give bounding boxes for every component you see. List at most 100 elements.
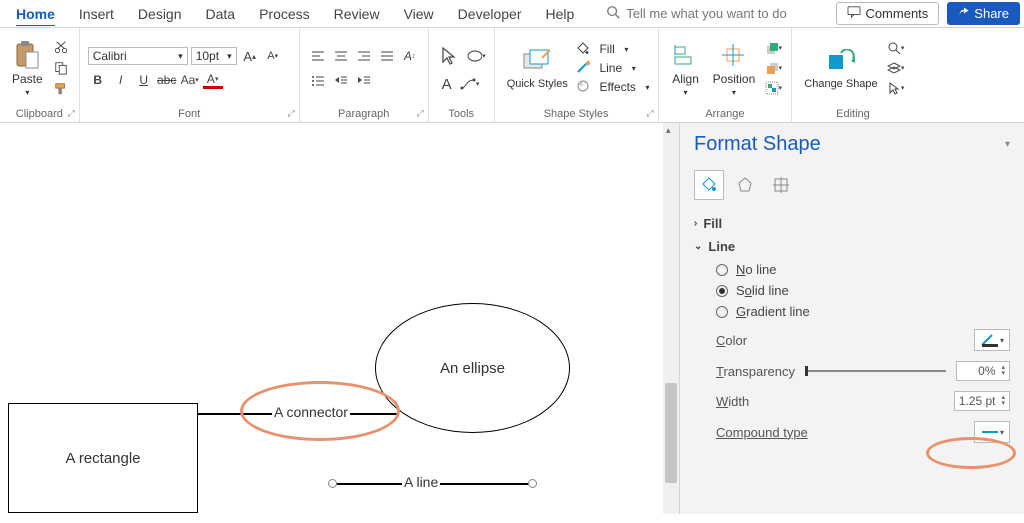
- width-spinner[interactable]: 1.25 pt▴▾: [954, 391, 1010, 411]
- position-icon: [719, 40, 749, 70]
- tab-review[interactable]: Review: [322, 2, 392, 26]
- shrink-font-button[interactable]: A▾: [263, 47, 283, 65]
- clipboard-launcher[interactable]: ⤢: [67, 108, 74, 119]
- cut-button[interactable]: [51, 38, 71, 56]
- pane-tab-fill-line[interactable]: [694, 170, 724, 200]
- highlight-ring-width: [926, 437, 1016, 469]
- strike-button[interactable]: abc: [157, 71, 177, 89]
- align-button[interactable]: Align ▾: [667, 38, 705, 99]
- effects-button[interactable]: Effects ▾: [576, 79, 650, 96]
- scrollbar-thumb[interactable]: [665, 383, 677, 483]
- tab-data[interactable]: Data: [194, 2, 248, 26]
- line-section-label: Line: [708, 239, 735, 254]
- radio-gradient-line[interactable]: Gradient line: [716, 304, 1010, 319]
- line-text: A line: [402, 474, 440, 490]
- font-launcher[interactable]: ⤢: [287, 108, 294, 119]
- underline-button[interactable]: U: [134, 71, 154, 89]
- pane-menu-icon[interactable]: ▾: [1005, 139, 1010, 150]
- pointer-tool-button[interactable]: [437, 43, 463, 69]
- transparency-spinner[interactable]: 0%▴▾: [956, 361, 1010, 381]
- quick-styles-button[interactable]: Quick Styles: [503, 44, 572, 92]
- group-clipboard: Paste ▾ Clipboard⤢: [0, 28, 80, 122]
- pane-title-text: Format Shape: [694, 133, 821, 156]
- tab-bar: Home Insert Design Data Process Review V…: [0, 0, 1024, 28]
- align-left-button[interactable]: [308, 47, 328, 65]
- font-size-select[interactable]: 10pt▾: [191, 47, 237, 65]
- vertical-scrollbar[interactable]: ▴: [663, 123, 679, 514]
- decrease-indent-button[interactable]: [331, 71, 351, 89]
- group-paragraph: A↕ Paragraph⤢: [300, 28, 429, 122]
- tab-insert[interactable]: Insert: [67, 2, 126, 26]
- group-editing: Change Shape ▾ ▾ ▾ Editing: [792, 28, 913, 122]
- line-endpoint-right[interactable]: [528, 479, 537, 488]
- copy-button[interactable]: [51, 59, 71, 77]
- tab-design[interactable]: Design: [126, 2, 194, 26]
- no-line-label: o line: [745, 262, 776, 277]
- align-label: Align: [672, 72, 699, 86]
- grow-font-button[interactable]: A▴: [240, 47, 260, 65]
- transparency-slider[interactable]: [805, 370, 946, 372]
- line-color-button[interactable]: ▾: [974, 329, 1010, 351]
- pane-tab-size[interactable]: [766, 170, 796, 200]
- justify-button[interactable]: [377, 47, 397, 65]
- paragraph-launcher[interactable]: ⤢: [416, 108, 423, 119]
- align-right-button[interactable]: [354, 47, 374, 65]
- bullets-button[interactable]: [308, 71, 328, 89]
- text-tool-button[interactable]: A: [437, 75, 457, 93]
- group-font: Calibri▾ 10pt▾ A▴ A▾ B I U abc Aa▾ A▾ Fo…: [80, 28, 300, 122]
- group-tools: ▾ A ▾ Tools: [429, 28, 495, 122]
- change-shape-label: Change Shape: [804, 78, 877, 90]
- radio-icon: [716, 264, 728, 276]
- increase-indent-button[interactable]: [354, 71, 374, 89]
- fill-button[interactable]: Fill ▾: [576, 41, 650, 58]
- radio-solid-line[interactable]: Solid line: [716, 283, 1010, 298]
- shape-ellipse[interactable]: An ellipse: [375, 303, 570, 433]
- bring-front-button[interactable]: ▾: [763, 39, 783, 57]
- layers-button[interactable]: ▾: [886, 59, 906, 77]
- bold-button[interactable]: B: [88, 71, 108, 89]
- solid-line-label: lid line: [752, 283, 789, 298]
- line-section-header[interactable]: ⌄ Line: [694, 239, 1010, 254]
- select-button[interactable]: ▾: [886, 79, 906, 97]
- find-button[interactable]: ▾: [886, 39, 906, 57]
- shape-styles-launcher[interactable]: ⤢: [646, 108, 653, 119]
- group-shape-styles: Quick Styles Fill ▾ Line ▾ Effects ▾ Sha…: [495, 28, 659, 122]
- change-case-button[interactable]: Aa▾: [180, 71, 200, 89]
- tab-process[interactable]: Process: [247, 2, 322, 26]
- tab-home[interactable]: Home: [4, 2, 67, 26]
- tab-developer[interactable]: Developer: [446, 2, 534, 26]
- tab-help[interactable]: Help: [534, 2, 587, 26]
- paste-button[interactable]: Paste ▾: [8, 38, 47, 99]
- group-button[interactable]: ▾: [763, 79, 783, 97]
- shape-rectangle[interactable]: A rectangle: [8, 403, 198, 513]
- arrange-label: Arrange: [667, 106, 784, 122]
- font-name-select[interactable]: Calibri▾: [88, 47, 188, 65]
- line-button[interactable]: Line ▾: [576, 60, 650, 77]
- format-painter-button[interactable]: [51, 80, 71, 98]
- font-color-button[interactable]: A▾: [203, 71, 223, 89]
- share-button[interactable]: Share: [947, 2, 1020, 25]
- tell-me-search[interactable]: Tell me what you want to do: [606, 5, 786, 22]
- align-center-button[interactable]: [331, 47, 351, 65]
- scroll-up-icon[interactable]: ▴: [666, 125, 671, 136]
- position-button[interactable]: Position ▾: [709, 38, 760, 99]
- line-icon: [576, 60, 590, 77]
- position-label: Position: [713, 72, 756, 86]
- fill-section-header[interactable]: › Fill: [694, 216, 1010, 231]
- rectangle-text: A rectangle: [65, 450, 140, 467]
- italic-button[interactable]: I: [111, 71, 131, 89]
- line-endpoint-left[interactable]: [328, 479, 337, 488]
- change-shape-icon: [826, 46, 856, 76]
- text-direction-button[interactable]: A↕: [400, 47, 420, 65]
- connector-tool-button[interactable]: ▾: [460, 75, 480, 93]
- width-row: Width 1.25 pt▴▾: [716, 391, 1010, 411]
- tab-view[interactable]: View: [392, 2, 446, 26]
- pane-tab-effects[interactable]: [730, 170, 760, 200]
- change-shape-button[interactable]: Change Shape: [800, 44, 881, 92]
- editing-label: Editing: [800, 106, 905, 122]
- comments-button[interactable]: Comments: [836, 2, 939, 25]
- send-back-button[interactable]: ▾: [763, 59, 783, 77]
- shape-oval-button[interactable]: ▾: [466, 47, 486, 65]
- radio-no-line[interactable]: No line: [716, 262, 1010, 277]
- drawing-canvas[interactable]: A rectangle An ellipse A connector A lin…: [0, 123, 663, 514]
